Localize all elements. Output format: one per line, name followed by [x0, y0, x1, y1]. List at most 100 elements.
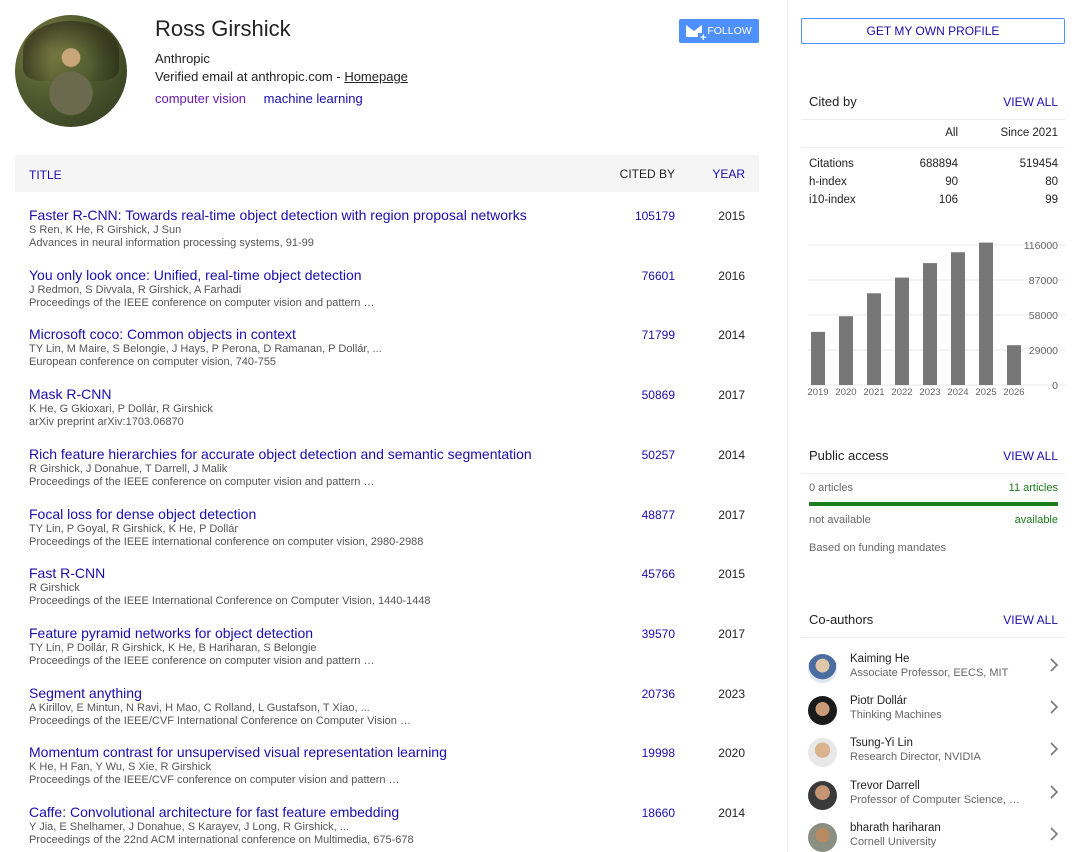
citation-row: h-index 90 80: [809, 176, 1058, 194]
article-cited-by[interactable]: 39570: [642, 627, 675, 641]
coauthor-name[interactable]: Piotr Dollár: [850, 695, 907, 707]
divider: [801, 473, 1065, 474]
sort-by-year[interactable]: YEAR: [712, 167, 745, 181]
chevron-right-icon[interactable]: [1049, 742, 1059, 756]
interest-link[interactable]: machine learning: [264, 91, 363, 106]
chart-bar[interactable]: [839, 316, 853, 385]
chart-bar[interactable]: [923, 263, 937, 385]
sort-by-cited[interactable]: CITED BY: [620, 167, 675, 181]
not-available-count[interactable]: 0 articles: [809, 482, 853, 494]
chevron-right-icon[interactable]: [1049, 658, 1059, 672]
coauthor-affiliation: Thinking Machines: [850, 709, 942, 722]
coauthor-item[interactable]: Trevor Darrell Professor of Computer Scie…: [808, 777, 1065, 815]
article-authors: A Kirillov, E Mintun, N Ravi, H Mao, C R…: [29, 701, 370, 714]
article-year: 2017: [718, 507, 745, 522]
chart-x-tick: 2024: [947, 387, 968, 398]
article-year: 2017: [718, 626, 745, 641]
citation-row: i10-index 106 99: [809, 194, 1058, 212]
coauthor-name[interactable]: Trevor Darrell: [850, 780, 920, 792]
article-authors: S Ren, K He, R Girshick, J Sun: [29, 224, 182, 236]
coauthor-name[interactable]: bharath hariharan: [850, 822, 941, 834]
chart-bar[interactable]: [979, 242, 993, 385]
col-all: All: [945, 127, 958, 139]
interest-link[interactable]: computer vision: [155, 91, 246, 106]
divider: [801, 637, 1065, 638]
article-year: 2023: [718, 686, 745, 701]
cited-by-view-all[interactable]: VIEW ALL: [1003, 95, 1058, 109]
article-row: Fast R-CNN R Girshick Proceedings of the I…: [29, 565, 759, 621]
coauthor-avatar: [808, 654, 837, 683]
article-row: Mask R-CNN K He, G Gkioxari, P Dollár, R …: [29, 386, 759, 442]
chart-bar[interactable]: [867, 293, 881, 385]
col-since: Since 2021: [1000, 127, 1058, 139]
chart-y-tick: 58000: [1029, 310, 1058, 322]
public-access-view-all[interactable]: VIEW ALL: [1003, 449, 1058, 463]
divider: [801, 119, 1065, 120]
chart-x-tick: 2025: [975, 387, 996, 398]
article-venue: Proceedings of the IEEE International Co…: [29, 595, 431, 608]
article-row: Caffe: Convolutional architecture for fa…: [29, 804, 759, 852]
article-cited-by[interactable]: 20736: [642, 687, 675, 701]
cited-by-title: Cited by: [809, 94, 857, 109]
citation-rows: Citations 688894 519454 h-index 90 80 i1…: [809, 158, 1058, 212]
coauthor-avatar: [808, 780, 837, 810]
sidebar-divider: [787, 0, 788, 852]
article-authors: K He, H Fan, Y Wu, S Xie, R Girshick: [29, 761, 212, 774]
divider: [801, 147, 1065, 148]
article-year: 2016: [718, 268, 745, 283]
coauthor-item[interactable]: Tsung-Yi Lin Research Director, NVIDIA: [808, 734, 1065, 772]
coauthor-item[interactable]: Piotr Dollár Thinking Machines: [808, 692, 1065, 730]
chart-bar[interactable]: [1007, 345, 1021, 385]
row-since: 80: [1045, 176, 1058, 188]
chart-x-tick: 2022: [891, 387, 912, 398]
article-cited-by[interactable]: 45766: [642, 567, 675, 581]
article-row: Feature pyramid networks for object dete…: [29, 625, 759, 681]
citations-per-year-chart: 116000 87000 58000 29000 0 2019 2020 2021 2022 20…: [801, 235, 1065, 400]
coauthor-affiliation: Research Director, NVIDIA: [850, 751, 981, 764]
coauthor-name[interactable]: Kaiming He: [850, 653, 909, 665]
article-year: 2014: [718, 328, 745, 343]
article-cited-by[interactable]: 50869: [642, 388, 675, 402]
chart-y-tick: 29000: [1029, 345, 1058, 357]
article-authors: R Girshick: [29, 582, 80, 595]
article-cited-by[interactable]: 18660: [642, 806, 675, 820]
article-row: Momentum contrast for unsupervised visua…: [29, 744, 759, 800]
article-venue: Proceedings of the IEEE conference on co…: [29, 296, 375, 309]
article-cited-by[interactable]: 19998: [642, 746, 675, 760]
coauthor-name[interactable]: Tsung-Yi Lin: [850, 737, 913, 749]
chart-y-tick: 116000: [1024, 240, 1058, 252]
follow-button[interactable]: FOLLOW: [679, 19, 759, 43]
article-authors: Y Jia, E Shelhamer, J Donahue, S Karayev…: [29, 821, 349, 833]
coauthor-item[interactable]: bharath hariharan Cornell University: [808, 819, 1065, 852]
chart-bar[interactable]: [895, 277, 909, 385]
sort-by-title[interactable]: TITLE: [29, 168, 62, 182]
coauthor-affiliation: Associate Professor, EECS, MIT: [850, 667, 1009, 679]
article-year: 2014: [718, 806, 745, 820]
article-row: Faster R-CNN: Towards real-time object d…: [29, 207, 759, 263]
coauthors-view-all[interactable]: VIEW ALL: [1003, 613, 1058, 627]
get-my-own-profile-button[interactable]: GET MY OWN PROFILE: [801, 18, 1065, 44]
article-venue: Proceedings of the IEEE/CVF conference o…: [29, 774, 400, 787]
chevron-right-icon[interactable]: [1049, 827, 1059, 841]
article-year: 2015: [718, 567, 745, 582]
chart-bar[interactable]: [811, 331, 825, 385]
article-cited-by[interactable]: 50257: [642, 448, 675, 462]
article-cited-by[interactable]: 76601: [642, 269, 675, 283]
homepage-link[interactable]: Homepage: [344, 69, 408, 84]
coauthor-item[interactable]: Kaiming He Associate Professor, EECS, MIT: [808, 650, 1065, 688]
available-count[interactable]: 11 articles: [1009, 482, 1058, 494]
article-cited-by[interactable]: 48877: [642, 508, 675, 522]
chart-y-tick: 87000: [1029, 275, 1058, 287]
article-venue: Proceedings of the IEEE international co…: [29, 535, 424, 548]
row-label: h-index: [809, 176, 847, 188]
profile-name: Ross Girshick: [155, 16, 291, 41]
citation-table-header: All Since 2021: [809, 127, 1058, 145]
article-year: 2015: [718, 209, 745, 223]
article-cited-by[interactable]: 105179: [635, 209, 675, 223]
article-venue: European conference on computer vision, …: [29, 356, 277, 369]
funding-mandates-note: Based on funding mandates: [809, 542, 946, 554]
article-cited-by[interactable]: 71799: [642, 328, 675, 342]
chevron-right-icon[interactable]: [1049, 700, 1059, 714]
chart-bar[interactable]: [951, 252, 965, 385]
chevron-right-icon[interactable]: [1049, 785, 1059, 799]
